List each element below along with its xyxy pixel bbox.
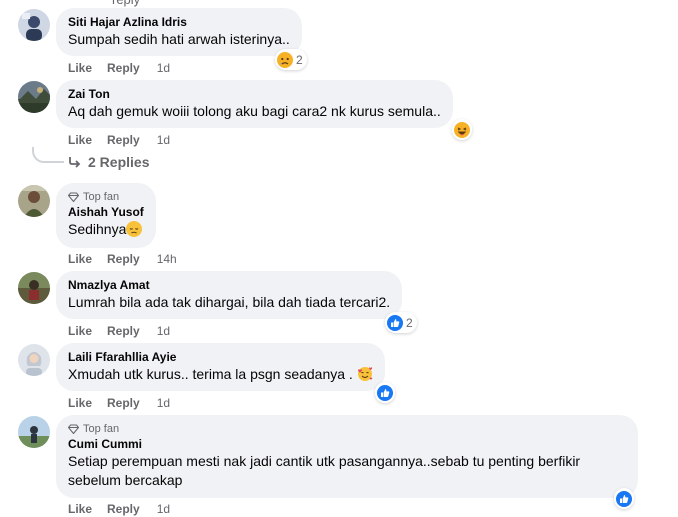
- comment-text: Lumrah bila ada tak dihargai, bila dah t…: [68, 294, 391, 310]
- reaction-summary[interactable]: [614, 488, 634, 509]
- comment-author[interactable]: Cumi Cummi: [68, 437, 626, 452]
- like-react-icon: [387, 314, 403, 331]
- view-replies-link[interactable]: 2 Replies: [68, 154, 149, 170]
- sad-react-icon: [277, 51, 293, 68]
- comment-text: Xmudah utk kurus.. terima la psgn seadan…: [68, 366, 353, 382]
- comment-text: Aq dah gemuk woiii tolong aku bagi cara2…: [68, 103, 441, 119]
- comment-timestamp[interactable]: 1d: [157, 61, 170, 75]
- top-fan-badge: Top fan: [68, 422, 626, 436]
- reaction-summary[interactable]: 2: [385, 312, 417, 333]
- comment-timestamp[interactable]: 1d: [157, 133, 170, 147]
- comment-bubble: Nmazlya Amat Lumrah bila ada tak diharga…: [56, 271, 403, 319]
- comment-text-row: Xmudah utk kurus.. terima la psgn seadan…: [68, 365, 373, 384]
- reaction-count: 2: [406, 315, 413, 330]
- haha-react-icon: [454, 121, 470, 138]
- comment-author[interactable]: Aishah Yusof: [68, 205, 144, 220]
- top-fan-label: Top fan: [83, 423, 120, 435]
- like-button[interactable]: Like: [68, 396, 92, 410]
- comment-actions: Like Reply 1d: [68, 502, 170, 516]
- reply-button[interactable]: Reply: [107, 252, 140, 266]
- comment-author[interactable]: Nmazlya Amat: [68, 278, 390, 293]
- comment-bubble: Top fan Cumi Cummi Setiap perempuan mest…: [56, 415, 638, 498]
- like-button[interactable]: Like: [68, 252, 92, 266]
- reaction-summary[interactable]: [375, 382, 395, 403]
- comment-text: Sumpah sedih hati arwah isterinya..: [68, 31, 290, 47]
- like-button[interactable]: Like: [68, 502, 92, 516]
- comment-actions: Like Reply 1d: [68, 133, 170, 147]
- comment-timestamp[interactable]: 14h: [157, 252, 177, 266]
- avatar[interactable]: [18, 81, 50, 113]
- comment-bubble: Laili Ffarahllia Ayie Xmudah utk kurus..…: [56, 343, 385, 391]
- thread-connector: [32, 147, 64, 163]
- top-fan-badge: Top fan: [68, 190, 144, 204]
- comment-bubble: Top fan Aishah Yusof Sedihnya: [56, 183, 156, 248]
- diamond-icon: [68, 424, 79, 434]
- comment-text: Setiap perempuan mesti nak jadi cantik u…: [68, 453, 581, 488]
- reply-button[interactable]: Reply: [107, 61, 140, 75]
- comment-actions: Like Reply 1d: [68, 324, 170, 338]
- comment-actions: Like Reply 1d: [68, 61, 170, 75]
- avatar[interactable]: [18, 9, 50, 41]
- comment-bubble: Zai Ton Aq dah gemuk woiii tolong aku ba…: [56, 80, 453, 128]
- reply-button[interactable]: Reply: [107, 396, 140, 410]
- pensive-face-icon: [126, 221, 143, 237]
- comment-actions: Like Reply 14h: [68, 252, 177, 266]
- smiling-hearts-face-icon: [357, 367, 373, 381]
- replies-count-label: 2 Replies: [88, 154, 150, 170]
- comment-timestamp[interactable]: 1d: [157, 324, 170, 338]
- reaction-count: 2: [296, 52, 303, 67]
- comment-author[interactable]: Laili Ffarahllia Ayie: [68, 350, 373, 365]
- comment-bubble: Siti Hajar Azlina Idris Sumpah sedih hat…: [56, 8, 302, 56]
- like-react-icon: [616, 490, 632, 507]
- partial-reply-text: reply: [112, 0, 140, 7]
- reaction-summary[interactable]: 2: [275, 49, 307, 70]
- like-button[interactable]: Like: [68, 133, 92, 147]
- like-button[interactable]: Like: [68, 61, 92, 75]
- avatar[interactable]: [18, 272, 50, 304]
- comment-timestamp[interactable]: 1d: [157, 396, 170, 410]
- reaction-summary[interactable]: [452, 119, 472, 140]
- top-fan-label: Top fan: [83, 191, 120, 203]
- comment-author[interactable]: Siti Hajar Azlina Idris: [68, 15, 290, 30]
- reply-button[interactable]: Reply: [107, 324, 140, 338]
- comment-actions: Like Reply 1d: [68, 396, 170, 410]
- diamond-icon: [68, 192, 79, 202]
- avatar[interactable]: [18, 344, 50, 376]
- reply-button[interactable]: Reply: [107, 502, 140, 516]
- comment-text-row: Sedihnya: [68, 220, 144, 239]
- avatar[interactable]: [18, 416, 50, 448]
- like-button[interactable]: Like: [68, 324, 92, 338]
- comment-timestamp[interactable]: 1d: [157, 502, 170, 516]
- reply-arrow-icon: [69, 157, 81, 168]
- like-react-icon: [377, 384, 393, 401]
- comment-text: Sedihnya: [68, 221, 127, 237]
- avatar[interactable]: [18, 185, 50, 217]
- comment-author[interactable]: Zai Ton: [68, 87, 441, 102]
- reply-button[interactable]: Reply: [107, 133, 140, 147]
